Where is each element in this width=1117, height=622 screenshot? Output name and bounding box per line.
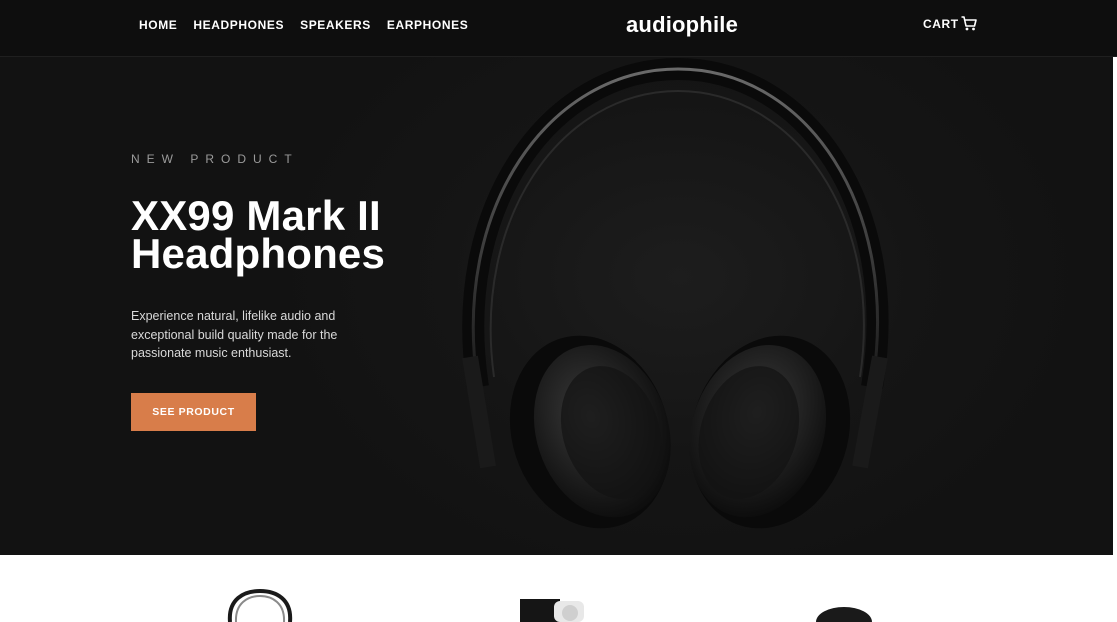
site-logo[interactable]: audiophile [626, 12, 738, 38]
headphones-hero-image [462, 57, 889, 529]
speaker-thumbnail[interactable] [520, 599, 586, 622]
nav-earphones-link[interactable]: EARPHONES [387, 18, 468, 32]
hero-description: Experience natural, lifelike audio and e… [131, 309, 338, 360]
see-product-button[interactable]: SEE PRODUCT [131, 393, 256, 431]
nav-headphones-link[interactable]: HEADPHONES [193, 18, 284, 32]
cart-label: CART [923, 16, 959, 31]
earphones-thumbnail[interactable] [814, 605, 874, 622]
page-edge [1113, 57, 1117, 622]
cart-button[interactable]: CART [923, 16, 977, 31]
shopping-cart-icon [961, 16, 977, 31]
nav-home-link[interactable]: HOME [139, 18, 177, 32]
hero-title-line-2: Headphones [131, 230, 386, 277]
hero-section: NEW PRODUCT XX99 Mark II Headphones Expe… [0, 57, 1117, 555]
site-header: HOME HEADPHONES SPEAKERS EARPHONES audio… [0, 0, 1117, 57]
main-nav: HOME HEADPHONES SPEAKERS EARPHONES [139, 18, 468, 32]
nav-speakers-link[interactable]: SPEAKERS [300, 18, 371, 32]
headphones-thumbnail[interactable] [222, 589, 298, 622]
category-strip [0, 555, 1117, 622]
hero-title: XX99 Mark II Headphones [131, 195, 451, 277]
new-product-overline: NEW PRODUCT [131, 152, 299, 166]
